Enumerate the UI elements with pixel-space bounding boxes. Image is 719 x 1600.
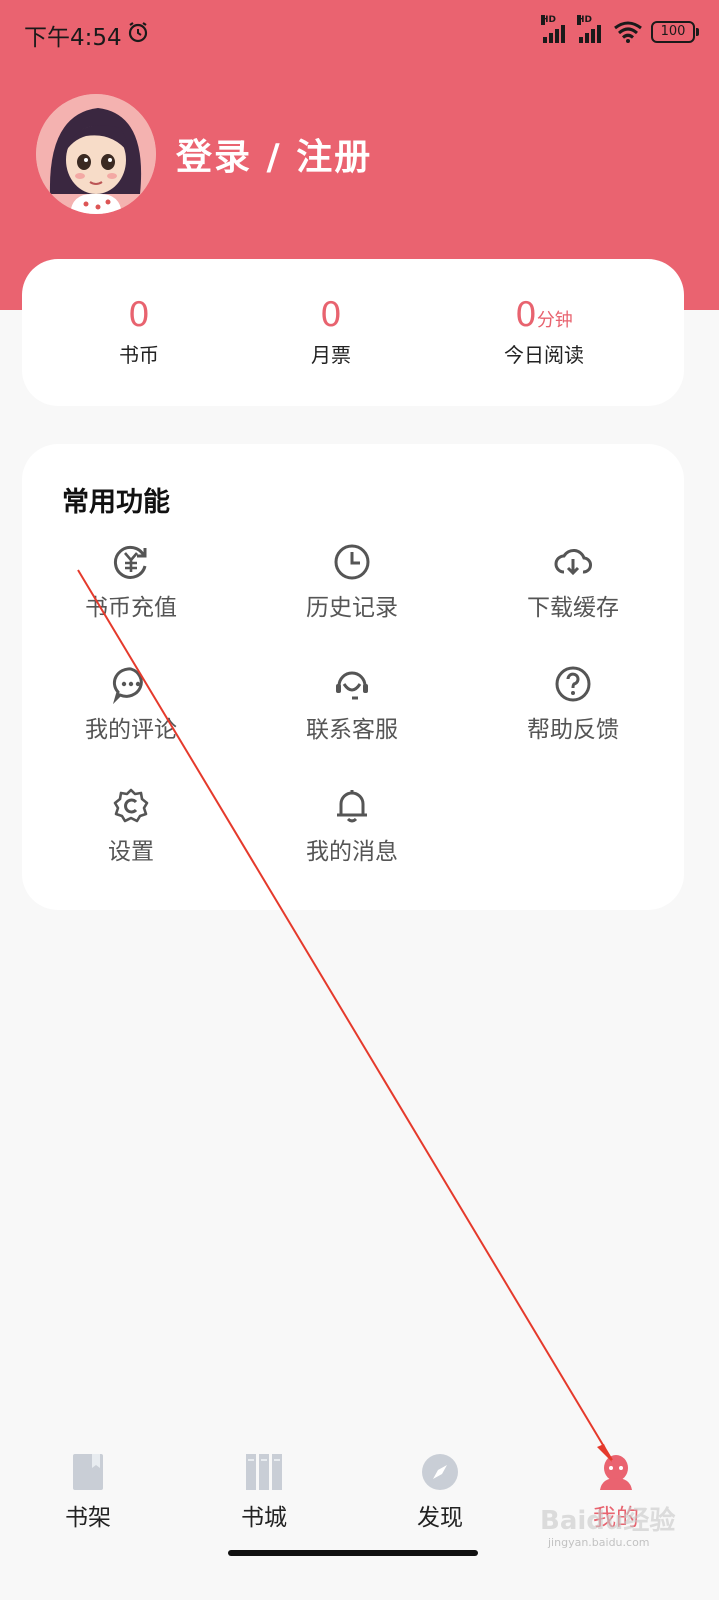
settings-icon (113, 788, 149, 823)
watermark-url: jingyan.baidu.com (548, 1536, 650, 1549)
avatar-image (36, 94, 156, 214)
clock-icon (334, 544, 370, 580)
stat-label: 月票 (311, 343, 351, 367)
status-bar: 下午4:54 HD HD 100 (0, 0, 719, 64)
tab-label: 书城 (241, 1505, 287, 1531)
bookstore-icon (246, 1454, 282, 1490)
function-settings[interactable]: 设置 (56, 786, 206, 866)
stat-coins[interactable]: 0 书币 (79, 297, 199, 368)
stat-today-reading[interactable]: 0分钟 今日阅读 (474, 297, 614, 368)
watermark: Baidu经验 (540, 1506, 676, 1536)
help-icon (555, 666, 591, 702)
function-coin-recharge[interactable]: 书币充值 (56, 542, 206, 622)
function-label: 书币充值 (85, 595, 177, 621)
comment-icon (112, 667, 143, 704)
status-time: 下午4:54 (24, 25, 122, 51)
stat-label: 今日阅读 (504, 343, 584, 367)
bell-icon (337, 790, 367, 823)
stats-card: 0 书币 0 月票 0分钟 今日阅读 (22, 259, 684, 406)
function-my-comments[interactable]: 我的评论 (56, 664, 206, 744)
tab-label: 书架 (65, 1505, 111, 1531)
wifi-icon (614, 21, 642, 43)
function-label: 帮助反馈 (527, 717, 619, 743)
stat-value: 0 (320, 295, 342, 335)
function-label: 我的评论 (85, 717, 177, 743)
function-help-feedback[interactable]: 帮助反馈 (498, 664, 648, 744)
stat-value: 0 (128, 295, 150, 335)
function-label: 联系客服 (306, 717, 398, 743)
stat-unit: 分钟 (536, 310, 573, 331)
tab-label: 发现 (417, 1505, 463, 1531)
tab-discover[interactable]: 发现 (380, 1452, 500, 1532)
common-functions-card: 常用功能 书币充值 历史记录 下载缓存 我的评论 联系客服 帮助反馈 设置 我的… (22, 444, 684, 910)
battery-indicator: 100 (651, 21, 699, 43)
function-label: 历史记录 (306, 595, 398, 621)
function-label: 设置 (108, 839, 154, 865)
profile-icon (600, 1455, 632, 1490)
stat-monthly-tickets[interactable]: 0 月票 (271, 297, 391, 368)
function-label: 下载缓存 (527, 595, 619, 621)
function-my-messages[interactable]: 我的消息 (277, 786, 427, 866)
function-history[interactable]: 历史记录 (277, 542, 427, 622)
stat-value: 0 (515, 295, 537, 335)
function-label: 我的消息 (306, 839, 398, 865)
stat-label: 书币 (119, 343, 159, 367)
compass-icon (422, 1454, 458, 1490)
login-register-link[interactable]: 登录 / 注册 (176, 128, 372, 180)
home-indicator[interactable] (228, 1550, 478, 1556)
bookshelf-icon (73, 1454, 103, 1490)
signal-icon: HD (541, 15, 565, 43)
function-download-cache[interactable]: 下载缓存 (498, 542, 648, 622)
signal-icon: HD (577, 15, 601, 43)
tab-bookshelf[interactable]: 书架 (28, 1452, 148, 1532)
tab-bookstore[interactable]: 书城 (204, 1452, 324, 1532)
coin-recharge-icon (113, 545, 147, 579)
section-title: 常用功能 (62, 487, 170, 518)
headset-icon (336, 671, 368, 700)
function-customer-service[interactable]: 联系客服 (277, 664, 427, 744)
cloud-download-icon (554, 549, 592, 576)
alarm-icon (128, 22, 148, 43)
avatar[interactable] (36, 94, 156, 214)
